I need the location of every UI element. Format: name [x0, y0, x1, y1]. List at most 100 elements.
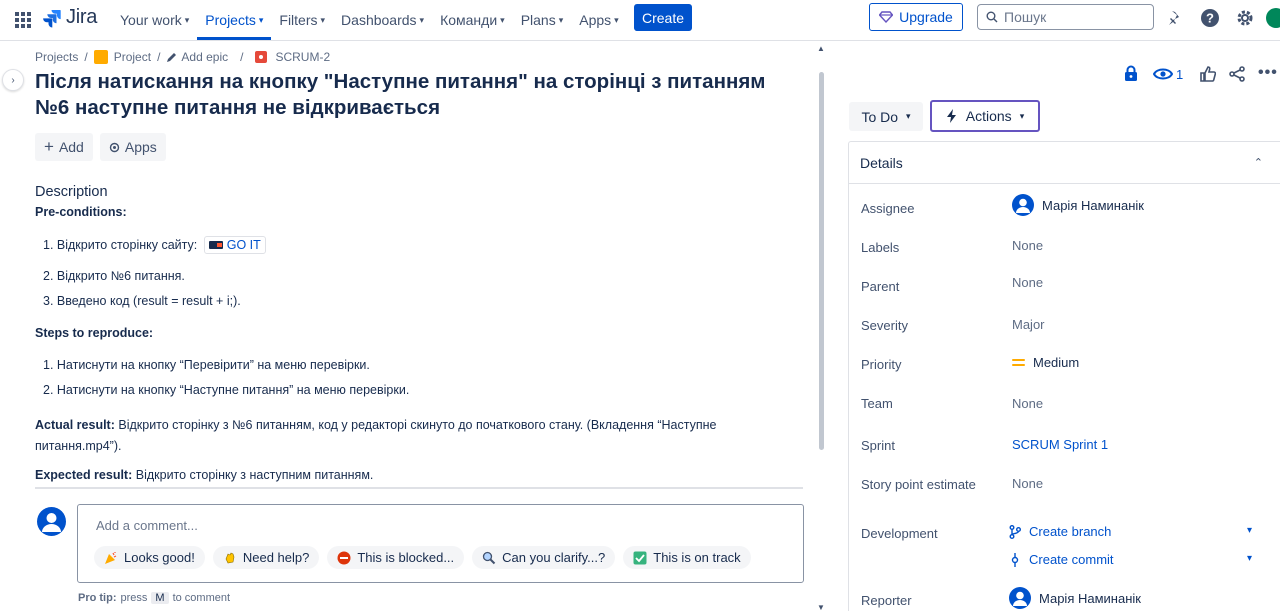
quick-reply-need-help[interactable]: Need help? [212, 546, 320, 569]
chevron-down-icon: ▾ [558, 14, 564, 25]
pro-tip-label: Pro tip: [78, 592, 117, 604]
jira-logo-icon [42, 8, 62, 28]
breadcrumb-projects[interactable]: Projects [35, 50, 78, 64]
details-header[interactable]: Details ⌃ [849, 142, 1280, 184]
issue-title[interactable]: Після натискання на кнопку "Наступне пит… [35, 69, 795, 121]
step-item: 2. Натиснути на кнопку “Наступне питання… [43, 383, 410, 397]
top-navigation: Jira Your work ▾ Projects ▾ Filters ▾ Dashb… [0, 0, 1280, 41]
steps-heading: Steps to reproduce: [35, 326, 154, 340]
precondition-item: 2. Відкрито №6 питання. [43, 269, 185, 283]
pencil-icon [166, 52, 177, 63]
search-input[interactable]: Пошук [977, 4, 1154, 30]
create-button[interactable]: Create [634, 4, 692, 31]
party-popper-icon [104, 551, 118, 565]
assignee-field[interactable]: Марія Наминанік [1012, 194, 1144, 216]
team-field[interactable]: None [1012, 396, 1043, 411]
chevron-down-icon: ▾ [500, 14, 505, 25]
severity-label: Severity [861, 318, 908, 333]
chip-label: Need help? [242, 550, 310, 565]
scroll-down-arrow[interactable]: ▼ [817, 603, 825, 611]
reporter-field[interactable]: Марія Наминанік [1009, 587, 1141, 609]
settings-gear-icon[interactable] [1235, 8, 1255, 28]
nav-dashboards[interactable]: Dashboards ▾ [333, 0, 432, 40]
development-label: Development [861, 526, 938, 541]
app-switcher-icon[interactable] [14, 11, 32, 29]
precondition-item: 1. Відкрито сторінку сайту: GO IT [43, 236, 266, 254]
expected-result-label: Expected result: [35, 468, 133, 482]
commit-icon [1009, 552, 1021, 567]
precondition-text: 1. Відкрито сторінку сайту: [43, 238, 198, 252]
expand-sidebar-button[interactable]: › [2, 69, 24, 91]
create-commit-link[interactable]: Create commit [1009, 552, 1114, 567]
parent-field[interactable]: None [1012, 275, 1043, 290]
goit-link[interactable]: GO IT [203, 236, 266, 254]
labels-label: Labels [861, 240, 900, 255]
nav-apps[interactable]: Apps ▾ [571, 0, 626, 40]
quick-reply-looks-good[interactable]: Looks good! [94, 546, 205, 569]
comment-editor[interactable]: Add a comment... Looks good! Need help? … [77, 504, 804, 583]
jira-logo[interactable]: Jira [42, 6, 97, 29]
create-branch-link[interactable]: Create branch [1009, 524, 1111, 539]
breadcrumb-add-epic[interactable]: Add epic [181, 50, 228, 64]
story-point-field[interactable]: None [1012, 476, 1043, 491]
more-options-icon[interactable]: ••• [1258, 64, 1278, 82]
priority-medium-icon [1012, 358, 1025, 368]
labels-field[interactable]: None [1012, 238, 1043, 253]
breadcrumb-separator: / [240, 50, 244, 64]
bug-icon [255, 51, 268, 63]
quick-reply-on-track[interactable]: This is on track [623, 546, 751, 569]
upgrade-button[interactable]: Upgrade [869, 3, 963, 31]
diamond-icon [879, 11, 894, 23]
nav-plans[interactable]: Plans ▾ [513, 0, 572, 40]
nav-your-work[interactable]: Your work ▾ [112, 0, 197, 40]
status-dropdown[interactable]: To Do ▾ [849, 102, 923, 131]
breadcrumb-project[interactable]: Project [114, 50, 151, 64]
watch-eye-icon[interactable] [1153, 67, 1173, 81]
breadcrumb-separator: / [84, 50, 88, 64]
priority-field[interactable]: Medium [1012, 355, 1079, 370]
sprint-label: Sprint [861, 438, 895, 453]
profile-avatar[interactable] [1266, 8, 1280, 28]
nav-teams[interactable]: Команди ▾ [432, 0, 513, 40]
quick-reply-clarify[interactable]: Can you clarify...? [472, 546, 616, 569]
nav-projects[interactable]: Projects ▾ [197, 0, 272, 40]
check-mark-icon [633, 551, 647, 565]
assignee-name: Марія Наминанік [1042, 197, 1144, 213]
lock-icon[interactable] [1124, 65, 1138, 82]
chevron-down-icon[interactable]: ▾ [1247, 525, 1252, 536]
preconditions-heading: Pre-conditions: [35, 205, 127, 219]
goit-favicon-icon [208, 241, 223, 249]
story-point-label: Story point estimate [861, 477, 976, 492]
nav-filters[interactable]: Filters ▾ [271, 0, 333, 40]
nav-label: Dashboards [341, 12, 417, 28]
breadcrumb-issue-key[interactable]: SCRUM-2 [275, 50, 330, 64]
actions-button[interactable]: Actions ▾ [930, 100, 1040, 132]
chevron-down-icon[interactable]: ▾ [1247, 553, 1252, 564]
jira-logo-text: Jira [66, 6, 98, 28]
notifications-icon[interactable] [1166, 8, 1186, 28]
expected-result: Expected result: Відкрито сторінку з нас… [35, 468, 373, 482]
quick-reply-blocked[interactable]: This is blocked... [327, 546, 465, 569]
branch-icon [1009, 524, 1021, 539]
nav-label: Filters [279, 12, 318, 28]
apps-button[interactable]: Apps [99, 133, 166, 161]
scroll-up-arrow[interactable]: ▲ [817, 44, 825, 53]
scrollbar-thumb[interactable] [819, 72, 824, 450]
severity-field[interactable]: Major [1012, 317, 1045, 332]
upgrade-label: Upgrade [899, 9, 953, 25]
svg-text:?: ? [1206, 11, 1214, 26]
chevron-down-icon: ▾ [184, 14, 190, 25]
thumbs-up-icon[interactable] [1200, 66, 1216, 82]
sprint-field[interactable]: SCRUM Sprint 1 [1012, 437, 1108, 452]
share-icon[interactable] [1229, 66, 1245, 82]
create-commit-label: Create commit [1029, 552, 1114, 567]
help-icon[interactable]: ? [1200, 8, 1220, 28]
expected-result-text: Відкрито сторінку з наступним питанням. [132, 468, 374, 482]
keyboard-key: M [151, 592, 169, 604]
details-heading: Details [860, 154, 903, 171]
team-label: Team [861, 396, 893, 411]
pro-tip: Pro tip: press M to comment [78, 592, 230, 604]
actual-result-label: Actual result: [35, 418, 115, 432]
chevron-down-icon: ▾ [614, 14, 619, 25]
add-button[interactable]: + Add [35, 133, 93, 161]
